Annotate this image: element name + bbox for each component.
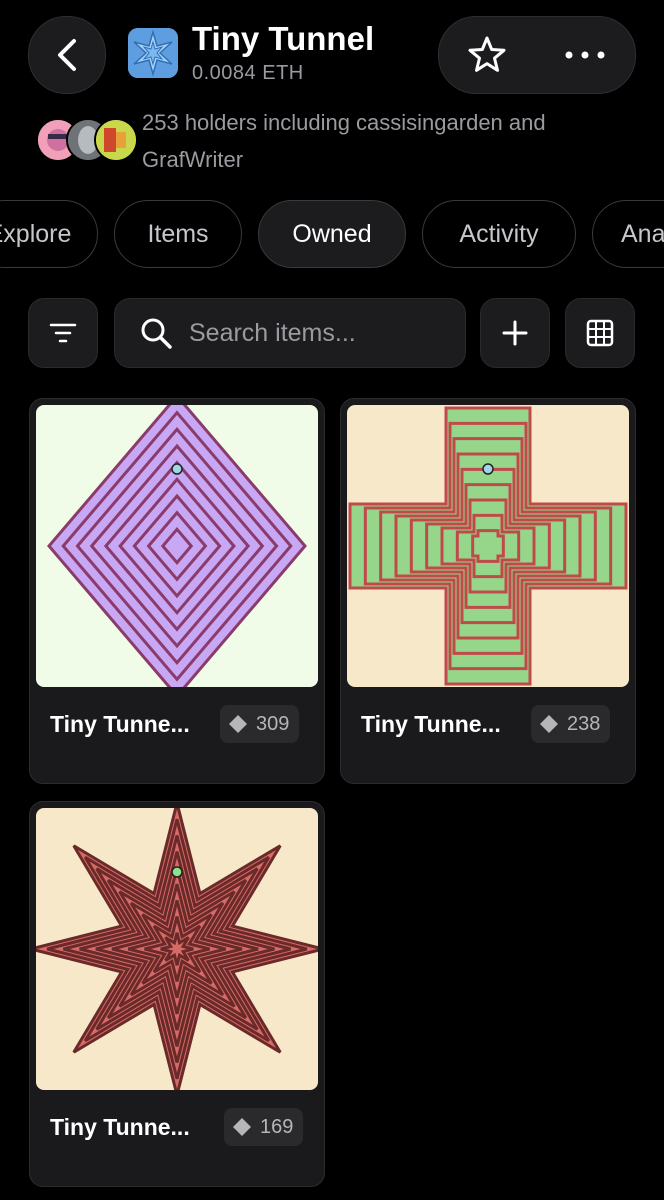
search-input[interactable] bbox=[187, 317, 451, 349]
tab-label: Owned bbox=[292, 219, 372, 248]
tab-label: Explore bbox=[0, 219, 72, 248]
search-bar[interactable] bbox=[114, 298, 466, 368]
item-name: Tiny Tunne... bbox=[361, 711, 501, 737]
filter-icon bbox=[49, 323, 77, 343]
holder-avatars bbox=[36, 118, 138, 162]
item-count: 309 bbox=[256, 712, 290, 735]
item-card[interactable]: Tiny Tunne... 309 bbox=[29, 398, 325, 784]
item-name: Tiny Tunne... bbox=[50, 711, 190, 737]
collection-floor-price: 0.0084 ETH bbox=[192, 62, 304, 84]
holders-summary: 253 holders including cassisingarden and… bbox=[142, 110, 546, 172]
item-artwork bbox=[36, 405, 318, 687]
item-count-badge: 238 bbox=[531, 705, 611, 743]
tab-owned[interactable]: Owned bbox=[258, 200, 406, 268]
tab-label: Analytics bbox=[621, 219, 664, 248]
header-actions bbox=[438, 16, 636, 94]
item-count-badge: 309 bbox=[220, 705, 300, 743]
item-count-badge: 169 bbox=[224, 1108, 304, 1146]
diamond-icon bbox=[229, 715, 247, 733]
star-icon[interactable] bbox=[467, 35, 507, 75]
item-artwork bbox=[347, 405, 629, 687]
item-count: 169 bbox=[260, 1115, 294, 1138]
tab-label: Activity bbox=[459, 219, 539, 248]
tab-analytics[interactable]: Analytics bbox=[592, 200, 664, 268]
item-name: Tiny Tunne... bbox=[50, 1114, 190, 1140]
back-button[interactable] bbox=[28, 16, 106, 94]
filter-button[interactable] bbox=[28, 298, 98, 368]
avatar bbox=[94, 118, 138, 162]
tab-activity[interactable]: Activity bbox=[422, 200, 576, 268]
item-card[interactable]: Tiny Tunne... 169 bbox=[29, 801, 325, 1187]
item-card[interactable]: Tiny Tunne... 238 bbox=[340, 398, 636, 784]
tab-label: Items bbox=[147, 219, 209, 248]
tab-items[interactable]: Items bbox=[114, 200, 242, 268]
search-icon bbox=[141, 318, 172, 349]
collection-title: Tiny Tunnel bbox=[192, 20, 375, 57]
plus-icon bbox=[502, 320, 528, 346]
grid-view-button[interactable] bbox=[565, 298, 635, 368]
diamond-icon bbox=[233, 1118, 251, 1136]
grid-icon bbox=[586, 319, 614, 347]
add-button[interactable] bbox=[480, 298, 550, 368]
collection-thumbnail bbox=[128, 28, 178, 78]
chevron-left-icon bbox=[58, 39, 76, 71]
more-icon[interactable] bbox=[563, 49, 607, 61]
item-count: 238 bbox=[567, 712, 601, 735]
diamond-icon bbox=[540, 715, 558, 733]
tab-explore[interactable]: Explore bbox=[0, 200, 98, 268]
item-artwork bbox=[36, 808, 318, 1090]
